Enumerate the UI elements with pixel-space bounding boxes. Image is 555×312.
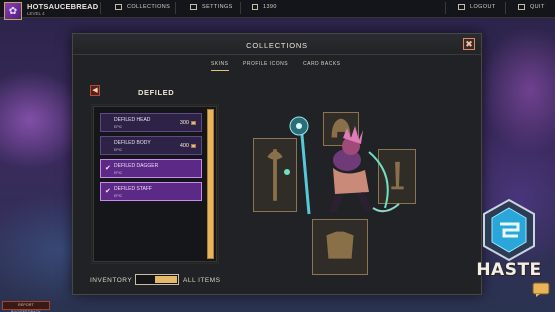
grid-icon <box>115 4 122 10</box>
logo-text: HASTE <box>476 260 542 280</box>
coin-icon <box>191 143 196 148</box>
back-button[interactable]: ◀ <box>90 85 100 96</box>
item-rarity: EPIC <box>114 171 123 175</box>
item-rarity: EPIC <box>114 125 123 129</box>
player-avatar[interactable]: ✿ <box>4 2 22 20</box>
divider <box>240 2 241 14</box>
list-item-defiled-staff[interactable]: ✔ DEFILED STAFF EPIC <box>100 182 202 201</box>
inventory-toggle[interactable] <box>135 274 179 285</box>
body-slot[interactable] <box>312 219 368 275</box>
item-price: 400 <box>180 143 196 149</box>
coin-icon <box>191 120 196 125</box>
settings-label: SETTINGS <box>202 4 233 10</box>
collections-button[interactable]: COLLECTIONS <box>115 4 170 10</box>
list-item-defiled-body[interactable]: DEFILED BODY EPIC 400 <box>100 136 202 155</box>
chat-bubble-icon[interactable] <box>532 282 550 298</box>
player-level: LEVEL 4 <box>27 11 45 16</box>
player-name: HOTSAUCEBREAD <box>27 2 99 11</box>
item-name: DEFILED DAGGER <box>114 163 159 169</box>
tab-skins[interactable]: SKINS <box>211 61 229 71</box>
checkmark-icon: ✔ <box>105 165 111 172</box>
character-preview <box>284 116 400 215</box>
tab-bar: SKINS PROFILE ICONS CARD BACKS <box>73 61 481 73</box>
inventory-label: INVENTORY <box>90 277 133 284</box>
modal-header: COLLECTIONS ✖ <box>73 34 481 55</box>
settings-button[interactable]: SETTINGS <box>190 4 233 10</box>
power-icon <box>518 4 525 10</box>
item-name: DEFILED HEAD <box>114 117 151 123</box>
tab-profile-icons[interactable]: PROFILE ICONS <box>243 61 288 70</box>
logout-icon <box>458 4 465 10</box>
currency-amount: 1390 <box>263 4 277 10</box>
item-name: DEFILED BODY <box>114 140 151 146</box>
checkmark-icon: ✔ <box>105 188 111 195</box>
divider <box>445 2 446 14</box>
list-scrollbar[interactable] <box>207 109 214 259</box>
currency-display: 1390 <box>252 4 277 10</box>
list-item-defiled-dagger[interactable]: ✔ DEFILED DAGGER EPIC <box>100 159 202 178</box>
item-rarity: EPIC <box>114 194 123 198</box>
price-value: 400 <box>179 143 189 149</box>
quit-label: QUIT <box>530 4 545 10</box>
coin-stack-icon <box>252 4 258 10</box>
logo-emblem <box>483 198 535 262</box>
top-bar: ✿ HOTSAUCEBREAD LEVEL 4 COLLECTIONS SETT… <box>0 0 555 20</box>
sliders-icon <box>190 4 197 10</box>
divider <box>505 2 506 14</box>
modal-title: COLLECTIONS <box>246 41 308 50</box>
toggle-knob <box>155 276 177 283</box>
item-rarity: EPIC <box>114 148 123 152</box>
divider <box>175 2 176 14</box>
skin-set-title: DEFILED <box>138 88 175 97</box>
price-value: 300 <box>179 120 189 126</box>
skin-item-list: DEFILED HEAD EPIC 300 DEFILED BODY EPIC … <box>91 104 219 264</box>
armor-icon <box>326 231 354 259</box>
divider <box>100 2 101 14</box>
collections-label: COLLECTIONS <box>127 4 171 10</box>
report-bug-button[interactable]: REPORT BUG/FEEDBACK <box>2 301 50 312</box>
logout-label: LOGOUT <box>470 4 496 10</box>
logout-button[interactable]: LOGOUT <box>458 4 496 10</box>
all-items-label: ALL ITEMS <box>183 277 221 284</box>
close-button[interactable]: ✖ <box>463 38 475 50</box>
quit-button[interactable]: QUIT <box>518 4 545 10</box>
tab-card-backs[interactable]: CARD BACKS <box>303 61 341 70</box>
game-logo: HASTE <box>466 198 552 302</box>
item-name: DEFILED STAFF <box>114 186 152 192</box>
collections-modal: COLLECTIONS ✖ SKINS PROFILE ICONS CARD B… <box>72 33 482 295</box>
list-item-defiled-head[interactable]: DEFILED HEAD EPIC 300 <box>100 113 202 132</box>
item-price: 300 <box>180 120 196 126</box>
